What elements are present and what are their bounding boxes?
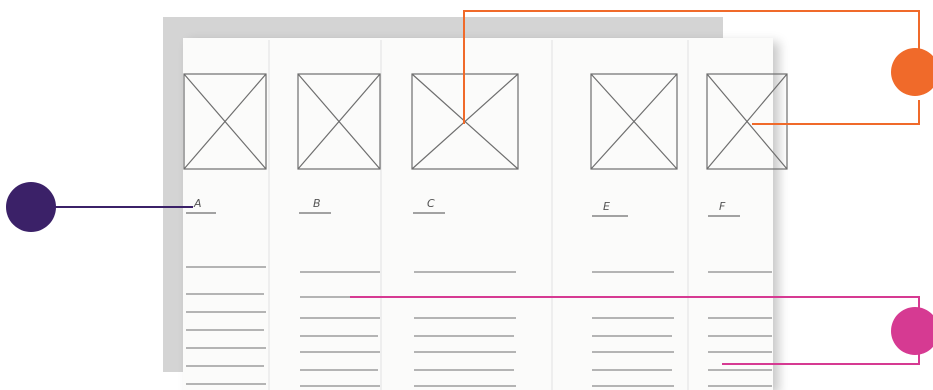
text-lines-a <box>186 266 266 385</box>
text-lines-b <box>300 271 380 387</box>
column-label-f: F <box>719 200 726 213</box>
text-lines-f <box>708 271 772 387</box>
image-placeholder-a <box>183 73 267 170</box>
label-callout-dot <box>6 182 56 232</box>
image-placeholders <box>183 73 788 170</box>
image-callout-dot <box>891 48 933 96</box>
column-dividers <box>268 40 689 390</box>
column-label-c: C <box>427 197 435 210</box>
text-lines-e <box>592 271 674 387</box>
wireframe-diagram: A B C E F <box>0 0 933 390</box>
image-placeholder-e <box>590 73 678 170</box>
image-placeholder-b <box>297 73 381 170</box>
text-callout-dot <box>891 307 933 355</box>
column-label-a: A <box>194 197 202 210</box>
image-placeholder-f <box>706 73 788 170</box>
text-line-placeholders <box>186 266 772 387</box>
column-label-e: E <box>603 200 610 213</box>
text-callout-line <box>350 296 920 314</box>
column-label-b: B <box>313 197 321 210</box>
sketch-layer <box>52 10 920 390</box>
image-callout-line-secondary <box>752 100 920 125</box>
text-callout-line-secondary <box>722 352 920 365</box>
image-callout-line <box>463 10 920 124</box>
text-lines-c <box>414 271 516 387</box>
